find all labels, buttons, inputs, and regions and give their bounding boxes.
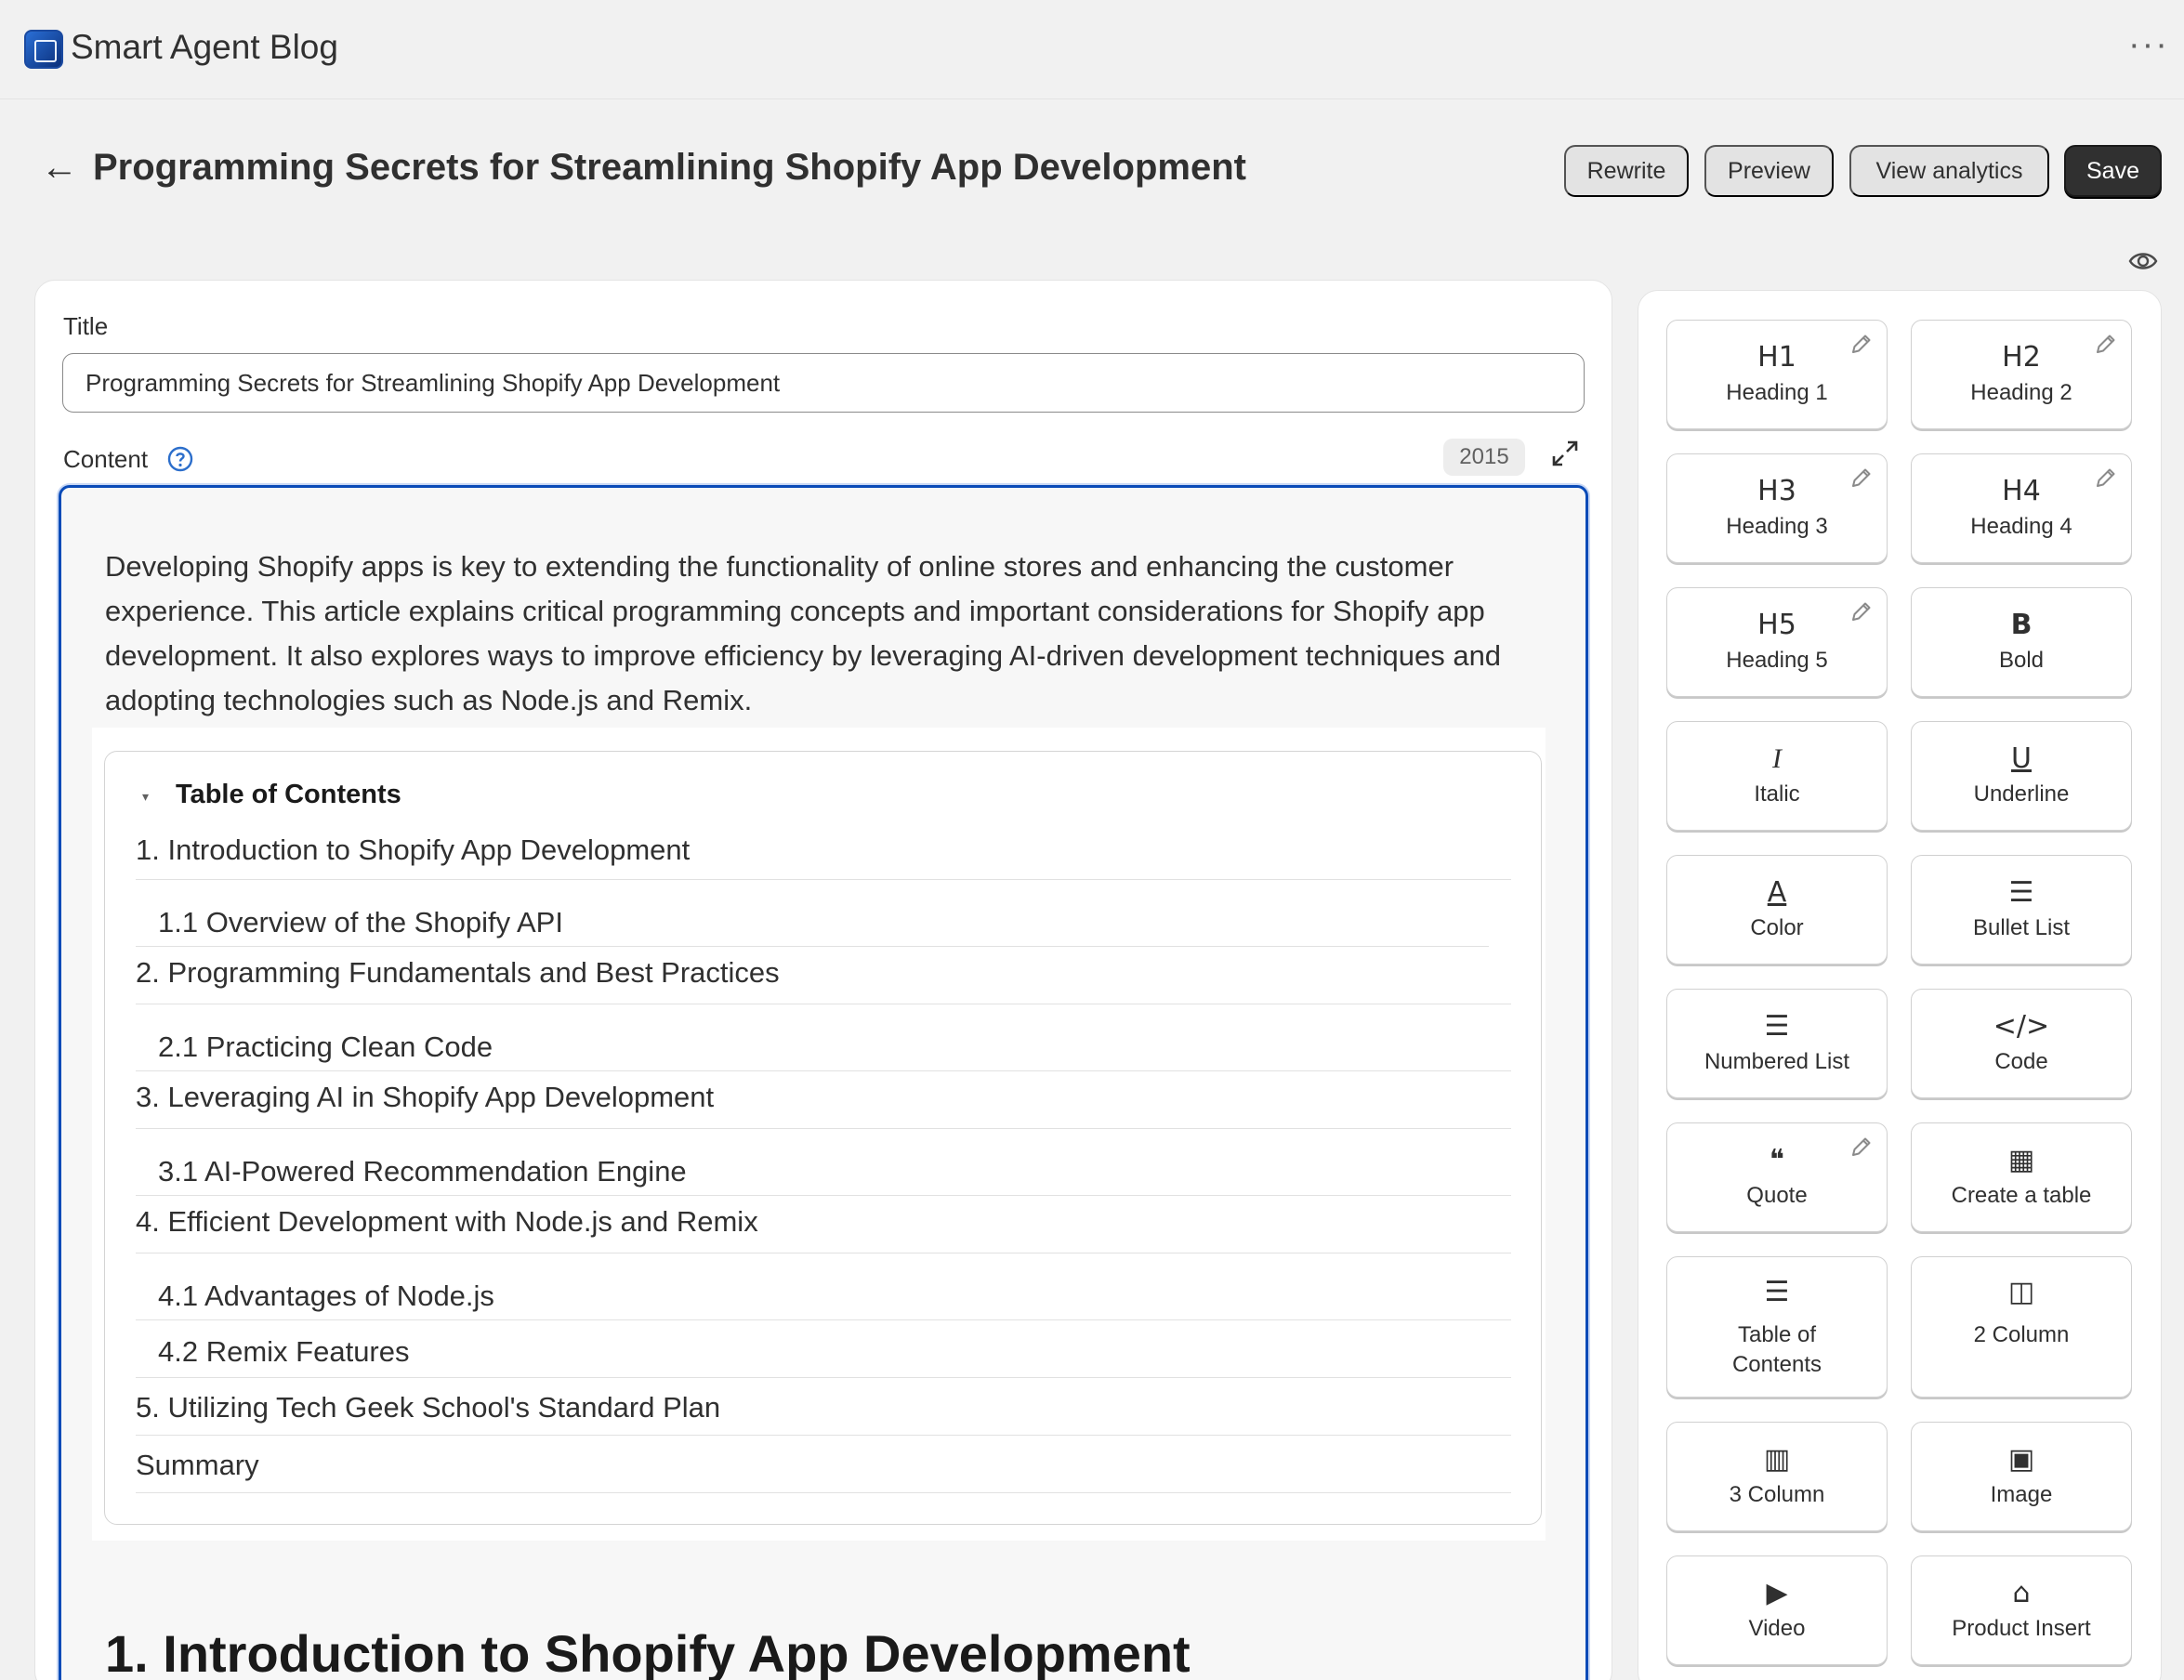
tool-label: Italic	[1754, 781, 1800, 807]
character-count-badge: 2015	[1443, 439, 1525, 476]
image-icon: ▣	[2007, 1443, 2035, 1476]
section-heading: 1. Introduction to Shopify App Developme…	[105, 1624, 1191, 1680]
tool-label: Code	[1994, 1049, 2048, 1074]
edit-pencil-icon[interactable]	[2094, 466, 2118, 490]
tool-text-color-button[interactable]: A Color	[1666, 855, 1888, 965]
content-editor[interactable]: Developing Shopify apps is key to extend…	[59, 485, 1588, 1680]
tool-label: Bold	[1998, 648, 2045, 673]
toc-item[interactable]: 4.2 Remix Features	[136, 1320, 1511, 1378]
tool-label: Numbered List	[1704, 1049, 1850, 1074]
product-tag-icon: ⌂	[2012, 1577, 2031, 1609]
tool-label: Product Insert	[1952, 1616, 2091, 1641]
toc-item[interactable]: 4. Efficient Development with Node.js an…	[136, 1196, 1511, 1253]
toc-container: ▾ Table of Contents 1. Introduction to S…	[104, 751, 1542, 1525]
tool-video-button[interactable]: ▶ Video	[1666, 1555, 1888, 1665]
toc-block: ▾ Table of Contents 1. Introduction to S…	[92, 728, 1546, 1541]
tool-label: Heading 3	[1726, 514, 1828, 539]
tool-heading-3-button[interactable]: H3 Heading 3	[1666, 453, 1888, 563]
tool-label: Bullet List	[1972, 915, 2071, 940]
tool-bullet-list-button[interactable]: ☰ Bullet List	[1911, 855, 2132, 965]
tool-product-tag-button[interactable]: ⌂ Product Insert	[1911, 1555, 2132, 1665]
underline-icon: U	[2011, 742, 2032, 775]
edit-pencil-icon[interactable]	[2094, 332, 2118, 356]
tool-label: Quote	[1746, 1183, 1808, 1208]
back-arrow-icon[interactable]: ←	[41, 149, 78, 186]
title-label: Title	[63, 312, 109, 340]
tool-label: Heading 4	[1970, 514, 2072, 539]
tool-table-of-contents-button[interactable]: ☰ Table of Contents	[1666, 1256, 1888, 1398]
table-icon: ▦	[2007, 1144, 2035, 1176]
app-logo-icon	[24, 30, 63, 69]
intro-paragraph: Developing Shopify apps is key to extend…	[105, 550, 1502, 716]
table-of-contents-icon: ☰	[1764, 1276, 1790, 1308]
tool-image-button[interactable]: ▣ Image	[1911, 1422, 2132, 1531]
tool-label: Create a table	[1951, 1183, 2092, 1208]
tool-three-column-button[interactable]: ▥ 3 Column	[1666, 1422, 1888, 1531]
app-name: Smart Agent Blog	[71, 28, 338, 66]
help-icon[interactable]	[167, 446, 193, 472]
code-icon: </>	[1993, 1010, 2050, 1043]
toc-item[interactable]: 3.1 AI-Powered Recommendation Engine	[136, 1129, 1511, 1196]
tool-label: 3 Column	[1729, 1482, 1825, 1507]
content-label: Content	[63, 445, 149, 473]
text-color-icon: A	[1767, 876, 1787, 909]
bold-icon: B	[2010, 609, 2033, 641]
toc-item[interactable]: Summary	[136, 1436, 1511, 1493]
formatting-toolbar: H1 Heading 1 H2 Heading 2 H3 Heading 3 H4 Headi…	[1638, 290, 2162, 1680]
tool-heading-4-button[interactable]: H4 Heading 4	[1911, 453, 2132, 563]
eye-icon[interactable]	[2128, 246, 2158, 276]
rewrite-button[interactable]: Rewrite	[1564, 145, 1689, 197]
page-title: Programming Secrets for Streamlining Sho…	[93, 147, 1246, 188]
toc-item[interactable]: 3. Leveraging AI in Shopify App Developm…	[136, 1071, 1511, 1129]
tool-heading-2-button[interactable]: H2 Heading 2	[1911, 320, 2132, 429]
edit-pencil-icon[interactable]	[1849, 1135, 1874, 1159]
edit-pencil-icon[interactable]	[1849, 599, 1874, 623]
tool-label: Underline	[1973, 781, 2070, 807]
tool-label: Heading 1	[1726, 380, 1828, 405]
tool-two-column-button[interactable]: ◫ 2 Column	[1911, 1256, 2132, 1398]
preview-button[interactable]: Preview	[1704, 145, 1834, 197]
more-actions-icon[interactable]: ···	[2128, 26, 2169, 63]
tool-label: Heading 2	[1970, 380, 2072, 405]
two-column-icon: ◫	[2007, 1276, 2035, 1308]
tool-bold-button[interactable]: B Bold	[1911, 587, 2132, 697]
toc-item[interactable]: 4.1 Advantages of Node.js	[136, 1253, 1511, 1320]
toc-title: Table of Contents	[176, 780, 401, 809]
three-column-icon: ▥	[1763, 1443, 1791, 1476]
tool-label: Image	[1990, 1482, 2053, 1507]
tool-label: 2 Column	[1973, 1322, 2070, 1347]
toc-item[interactable]: 5. Utilizing Tech Geek School's Standard…	[136, 1378, 1511, 1436]
toc-item[interactable]: 2.1 Practicing Clean Code	[136, 1004, 1511, 1071]
tool-label: Table of Contents	[1731, 1322, 1822, 1377]
toc-collapse-icon[interactable]: ▾	[142, 789, 149, 805]
save-button[interactable]: Save	[2064, 145, 2162, 197]
tool-numbered-list-button[interactable]: ☰ Numbered List	[1666, 989, 1888, 1098]
tool-heading-5-button[interactable]: H5 Heading 5	[1666, 587, 1888, 697]
tool-underline-button[interactable]: U Underline	[1911, 721, 2132, 831]
tool-quote-button[interactable]: ❝ Quote	[1666, 1122, 1888, 1232]
view-analytics-button[interactable]: View analytics	[1849, 145, 2049, 197]
title-input[interactable]: Programming Secrets for Streamlining Sho…	[62, 353, 1585, 413]
tool-label: Color	[1750, 915, 1804, 940]
tool-code-button[interactable]: </> Code	[1911, 989, 2132, 1098]
bullet-list-icon: ☰	[2008, 876, 2034, 909]
tool-table-button[interactable]: ▦ Create a table	[1911, 1122, 2132, 1232]
toc-item[interactable]: 1. Introduction to Shopify App Developme…	[136, 826, 1511, 880]
expand-icon[interactable]	[1550, 439, 1580, 468]
tool-label: Video	[1748, 1616, 1806, 1641]
tool-label: Heading 5	[1726, 648, 1828, 673]
tool-heading-1-button[interactable]: H1 Heading 1	[1666, 320, 1888, 429]
edit-pencil-icon[interactable]	[1849, 332, 1874, 356]
numbered-list-icon: ☰	[1764, 1010, 1790, 1043]
video-icon: ▶	[1766, 1577, 1788, 1609]
toc-item[interactable]: 2. Programming Fundamentals and Best Pra…	[136, 947, 1511, 1004]
toc-item[interactable]: 1.1 Overview of the Shopify API	[136, 880, 1489, 947]
tool-italic-button[interactable]: I Italic	[1666, 721, 1888, 831]
app-bar: Smart Agent Blog ···	[0, 0, 2184, 99]
italic-icon: I	[1772, 743, 1782, 774]
edit-pencil-icon[interactable]	[1849, 466, 1874, 490]
